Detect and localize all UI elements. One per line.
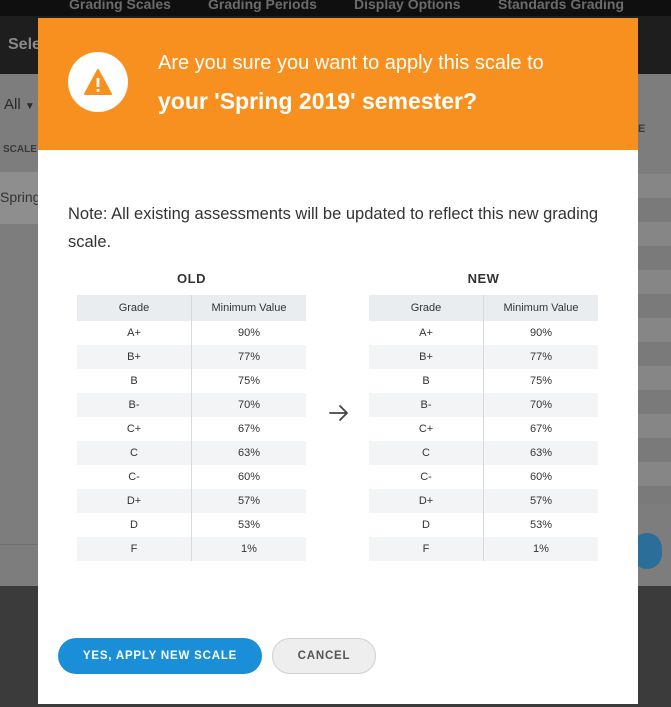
- column-header-minimum-value: Minimum Value: [191, 295, 306, 321]
- background-subbar-title: Sele: [8, 36, 41, 53]
- table-row: B 75%: [369, 369, 598, 393]
- old-scale-table: Grade Minimum Value A+ 90% B+ 77% B 75% B- 70% C…: [77, 295, 306, 561]
- table-row: B- 70%: [77, 393, 306, 417]
- table-row: B 75%: [77, 369, 306, 393]
- grade-cell: B-: [77, 393, 192, 417]
- column-header-grade: Grade: [77, 295, 192, 321]
- dialog-header: Are you sure you want to apply this scal…: [38, 18, 638, 150]
- filter-label: All: [4, 96, 21, 113]
- grade-cell: F: [77, 537, 192, 561]
- cancel-button[interactable]: CANCEL: [272, 638, 376, 674]
- new-scale-title: NEW: [467, 271, 500, 286]
- column-header-minimum-value: Minimum Value: [483, 295, 598, 321]
- grade-cell: D+: [77, 489, 192, 513]
- table-row: C- 60%: [369, 465, 598, 489]
- minimum-value-cell: 57%: [191, 489, 306, 513]
- table-row: C 63%: [77, 441, 306, 465]
- warning-icon: [68, 52, 128, 112]
- minimum-value-cell: 57%: [483, 489, 598, 513]
- minimum-value-cell: 1%: [191, 537, 306, 561]
- tab-display-options[interactable]: Display Options: [354, 0, 461, 12]
- background-rows: [638, 174, 671, 504]
- dialog-title-line1: Are you sure you want to apply this scal…: [158, 52, 544, 74]
- grade-cell: C: [369, 441, 484, 465]
- minimum-value-cell: 70%: [483, 393, 598, 417]
- grade-cell: B: [77, 369, 192, 393]
- grade-cell: B+: [369, 345, 484, 369]
- filter-dropdown[interactable]: All ▼: [4, 96, 35, 113]
- minimum-value-cell: 90%: [529, 327, 553, 339]
- tab-standards-grading[interactable]: Standards Grading: [498, 0, 624, 12]
- minimum-value-cell: 63%: [483, 441, 598, 465]
- grade-cell: C: [77, 441, 192, 465]
- table-row: B- 70%: [369, 393, 598, 417]
- confirm-dialog: Are you sure you want to apply this scal…: [38, 18, 638, 704]
- dialog-note: Note: All existing assessments will be u…: [68, 205, 599, 251]
- table-row: C+ 67%: [77, 417, 306, 441]
- table-row: B+ 77%: [77, 345, 306, 369]
- column-header-grade: Grade: [369, 295, 484, 321]
- minimum-value-cell: 77%: [483, 345, 598, 369]
- minimum-value-cell: 53%: [237, 519, 261, 531]
- minimum-value-cell: 67%: [237, 423, 261, 435]
- dialog-title-line2: your 'Spring 2019' semester?: [158, 88, 478, 114]
- minimum-value-cell: 75%: [529, 375, 553, 387]
- minimum-value-cell: 63%: [191, 441, 306, 465]
- grade-cell: A+: [369, 321, 484, 345]
- old-scale-title: OLD: [177, 271, 206, 286]
- apply-new-scale-button[interactable]: YES, APPLY NEW SCALE: [58, 638, 262, 674]
- table-row: D+ 57%: [77, 489, 306, 513]
- new-scale: NEW Grade Minimum Value A+ 90% B+ 77% B 75% B-…: [369, 271, 598, 561]
- table-row: C- 60%: [77, 465, 306, 489]
- minimum-value-cell: 77%: [191, 345, 306, 369]
- minimum-value-cell: 53%: [529, 519, 553, 531]
- caret-down-icon: ▼: [24, 101, 35, 112]
- minimum-value-cell: 75%: [237, 375, 261, 387]
- old-scale: OLD Grade Minimum Value A+ 90% B+ 77% B 75% B-…: [77, 271, 306, 561]
- arrow-right-icon: [329, 405, 348, 421]
- table-row: D+ 57%: [369, 489, 598, 513]
- grade-cell: D+: [369, 489, 484, 513]
- column-header-right: E: [638, 123, 646, 135]
- grade-cell: D: [369, 513, 484, 537]
- table-row: B+ 77%: [369, 345, 598, 369]
- new-scale-table: Grade Minimum Value A+ 90% B+ 77% B 75% B- 70% C…: [369, 295, 598, 561]
- grade-cell: D: [77, 513, 192, 537]
- tab-grading-scales[interactable]: Grading Scales: [69, 0, 171, 12]
- minimum-value-cell: 90%: [237, 327, 261, 339]
- minimum-value-cell: 67%: [529, 423, 553, 435]
- grade-cell: C-: [369, 465, 484, 489]
- tab-grading-periods[interactable]: Grading Periods: [208, 0, 317, 12]
- minimum-value-cell: 70%: [191, 393, 306, 417]
- grade-cell: B+: [77, 345, 192, 369]
- table-row: F 1%: [369, 537, 598, 561]
- grade-cell: F: [369, 537, 484, 561]
- grade-cell: C+: [77, 417, 192, 441]
- grade-cell: C-: [77, 465, 192, 489]
- table-row: C+ 67%: [369, 417, 598, 441]
- table-row: F 1%: [77, 537, 306, 561]
- table-row: D 53%: [369, 513, 598, 537]
- column-header-scale: SCALE: [3, 144, 37, 155]
- divider: [0, 544, 40, 545]
- minimum-value-cell: 60%: [237, 471, 261, 483]
- minimum-value-cell: 60%: [529, 471, 553, 483]
- background-top-nav: Grading Scales Grading Periods Display O…: [0, 0, 671, 16]
- table-row: A+ 90%: [77, 321, 306, 345]
- grade-cell: B: [369, 369, 484, 393]
- table-row: A+ 90%: [369, 321, 598, 345]
- table-row: D 53%: [77, 513, 306, 537]
- table-row: C 63%: [369, 441, 598, 465]
- grade-cell: A+: [77, 321, 192, 345]
- row-label: Spring: [0, 189, 41, 205]
- minimum-value-cell: 1%: [483, 537, 598, 561]
- grade-cell: B-: [369, 393, 484, 417]
- grade-cell: C+: [369, 417, 484, 441]
